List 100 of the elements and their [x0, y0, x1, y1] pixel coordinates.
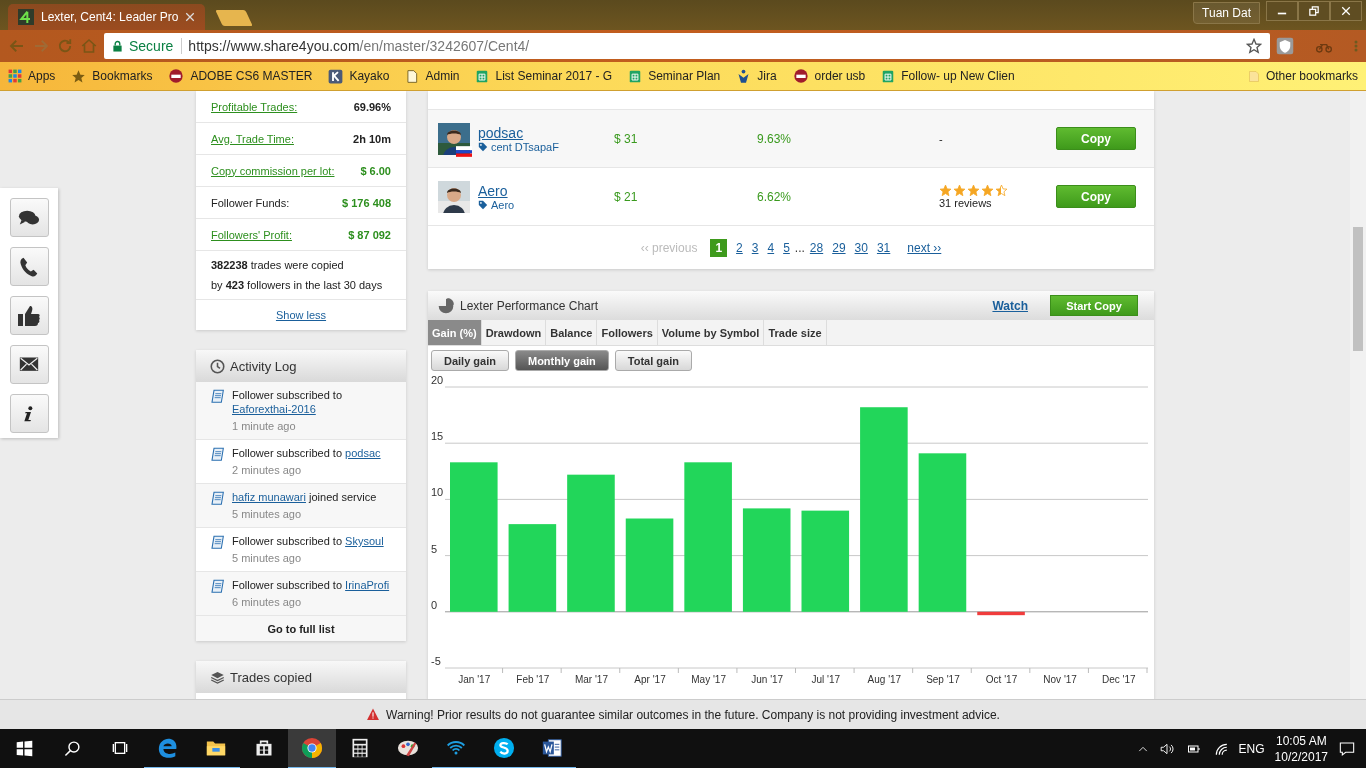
bookmark-link[interactable]: ADOBE CS6 MASTER	[190, 69, 313, 83]
page-link[interactable]: 29	[832, 240, 846, 255]
contact-button[interactable]	[9, 345, 49, 384]
funds-value: $ 31	[614, 131, 639, 146]
timestamp: 5 minutes ago	[232, 507, 303, 521]
activity-text: Follower subscribed to IrinaProfi	[232, 578, 390, 592]
user-link[interactable]: Eaforexthai-2016	[232, 403, 316, 415]
clock-date: 10/2/2017	[1274, 749, 1328, 765]
watch-link[interactable]: Watch	[992, 298, 1028, 313]
account-tag: cent DTsapaF	[491, 140, 559, 153]
folder-icon	[1247, 68, 1260, 84]
page-link[interactable]: 4	[767, 240, 775, 255]
calculator-icon	[350, 737, 370, 759]
page-link[interactable]: 1	[710, 238, 728, 257]
bookmark-link[interactable]: Apps	[28, 69, 56, 83]
profile-button[interactable]: Tuan Dat	[1193, 2, 1260, 24]
user-link[interactable]: Skysoul	[345, 535, 384, 547]
contact-button[interactable]	[9, 296, 49, 335]
bookmark-link[interactable]: order usb	[814, 69, 866, 83]
gain-mode-button[interactable]: Monthly gain	[514, 350, 609, 371]
activity-text: Follower subscribed to Eaforexthai-2016	[232, 388, 344, 416]
axis-label: May '17	[691, 674, 726, 685]
scrollbar[interactable]	[1350, 91, 1366, 699]
page-link[interactable]: 28	[809, 240, 824, 255]
address-bar[interactable]: Secure https://www.share4you.com/en/master/3242607/Cent4/	[104, 33, 1270, 59]
show-less-link[interactable]: Show less	[275, 309, 327, 321]
language-indicator[interactable]: ENG	[1238, 742, 1265, 756]
home-icon	[80, 37, 98, 55]
shield-extension-icon	[1276, 37, 1294, 55]
menu-icon	[1354, 38, 1358, 54]
stat-value: $ 6.00	[360, 164, 391, 177]
bookmark-link[interactable]: Seminar Plan	[648, 69, 721, 83]
chevron-up-icon	[1136, 744, 1149, 754]
page-icon	[405, 68, 420, 84]
taskbar-app-button[interactable]	[288, 729, 336, 768]
timestamp: 2 minutes ago	[232, 463, 303, 477]
star-icon	[995, 184, 1008, 197]
notification-icon	[1338, 741, 1356, 757]
gain-mode-button[interactable]: Daily gain	[431, 350, 509, 371]
tab-favicon-icon	[18, 9, 34, 25]
bookmark-star-icon	[1246, 38, 1262, 54]
back-arrow-icon	[8, 37, 26, 55]
page-link[interactable]: 31	[876, 240, 891, 255]
badge-icon	[168, 68, 185, 84]
reload-icon	[56, 37, 74, 55]
contact-button[interactable]	[9, 247, 49, 286]
trader-name-link[interactable]: Aero	[478, 182, 508, 199]
bookmark-link[interactable]: Bookmarks	[92, 69, 153, 83]
full-list-link[interactable]: Go to full list	[267, 622, 335, 635]
activity-text: hafiz munawari joined service	[232, 490, 377, 504]
review-count: 31 reviews	[939, 197, 993, 209]
page-link[interactable]: 5	[783, 240, 790, 255]
stat-label: Follower Funds:	[211, 196, 290, 209]
timestamp: 6 minutes ago	[232, 595, 303, 609]
bookmark-link[interactable]: Follow- up New Clien	[901, 69, 1015, 83]
scroll-icon	[210, 388, 226, 406]
page-link[interactable]: 30	[854, 240, 868, 255]
user-link[interactable]: hafiz munawari	[232, 491, 306, 503]
stat-value: $ 87 092	[348, 228, 391, 241]
stat-link[interactable]: Avg. Trade Time:	[211, 132, 294, 145]
axis-label: 10	[431, 486, 444, 499]
close-button[interactable]	[1330, 1, 1362, 21]
new-tab-button[interactable]	[215, 10, 254, 26]
bookmark-link[interactable]: Kayako	[349, 69, 390, 83]
browser-tab[interactable]: Lexter, Cent4: Leader Pro	[8, 4, 206, 30]
stat-link[interactable]: Followers' Profit:	[211, 228, 292, 241]
axis-label: Feb '17	[516, 674, 550, 685]
user-link[interactable]: IrinaProfi	[345, 579, 390, 591]
bookmark-link[interactable]: Jira	[757, 69, 777, 83]
contact-button[interactable]	[9, 198, 49, 237]
axis-label: Aug '17	[867, 674, 902, 685]
spreadsheet-icon	[475, 68, 490, 84]
card-title: Activity Log	[230, 358, 297, 374]
gain-mode-button[interactable]: Total gain	[614, 350, 692, 371]
stat-value: 69.96%	[353, 100, 391, 113]
clock-icon	[210, 358, 225, 374]
user-link[interactable]: podsac	[345, 447, 381, 459]
skype-logo-icon	[493, 737, 515, 759]
stack-icon	[210, 669, 225, 685]
bookmark-link[interactable]: List Seminar 2017 - G	[495, 69, 613, 83]
gain-value: 6.62%	[757, 189, 793, 204]
page-link[interactable]: 3	[751, 240, 759, 255]
close-icon	[185, 12, 196, 22]
bookmark-link[interactable]: Admin	[425, 69, 460, 83]
page-link[interactable]: 2	[736, 240, 743, 255]
axis-label: 5	[431, 542, 438, 555]
stat-link[interactable]: Profitable Trades:	[211, 100, 298, 113]
restore-button[interactable]	[1298, 1, 1330, 21]
spreadsheet-icon	[628, 68, 643, 84]
trader-name-link[interactable]: podsac	[478, 124, 524, 141]
stat-link[interactable]: Copy commission per lot:	[211, 164, 335, 177]
chrome-logo-icon	[301, 737, 323, 759]
scroll-icon	[210, 490, 226, 508]
contact-button[interactable]	[9, 394, 49, 433]
axis-label: Nov '17	[1043, 674, 1077, 685]
speaker-icon	[1158, 742, 1175, 756]
lock-icon	[112, 39, 123, 53]
activity-text: Follower subscribed to Skysoul	[232, 534, 384, 548]
next-link[interactable]: next ››	[907, 240, 942, 255]
other-bookmarks-link[interactable]: Other bookmarks	[1265, 69, 1358, 83]
